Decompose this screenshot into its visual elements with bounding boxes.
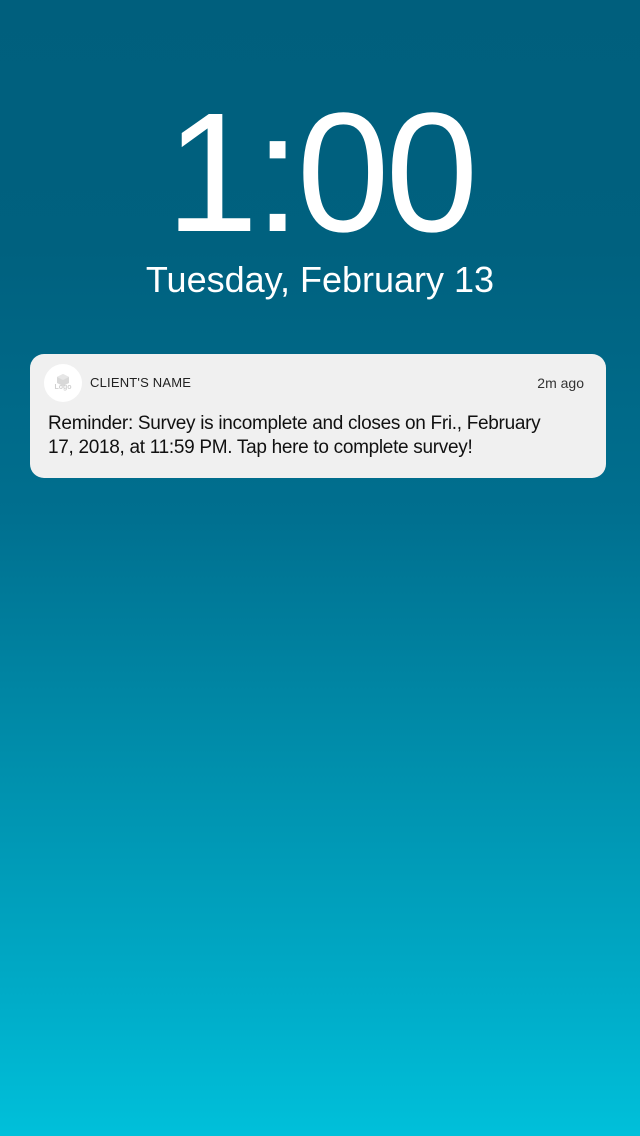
app-logo-label: Logo [54, 384, 72, 391]
lock-screen: 1:00 Tuesday, February 13 Logo CLIENT'S … [0, 0, 640, 1136]
app-logo-icon: Logo [44, 364, 82, 402]
logo-placeholder-icon [57, 374, 69, 386]
notification-app-name: CLIENT'S NAME [90, 375, 192, 390]
lock-screen-clock: 1:00 [165, 78, 478, 268]
notification-message: Reminder: Survey is incomplete and close… [48, 413, 541, 458]
notification-header: Logo CLIENT'S NAME 2m ago [44, 364, 584, 404]
notification-timestamp: 2m ago [537, 375, 584, 391]
lock-screen-date: Tuesday, February 13 [145, 259, 495, 300]
notification-card[interactable]: Logo CLIENT'S NAME 2m ago Reminder: Surv… [30, 354, 606, 478]
